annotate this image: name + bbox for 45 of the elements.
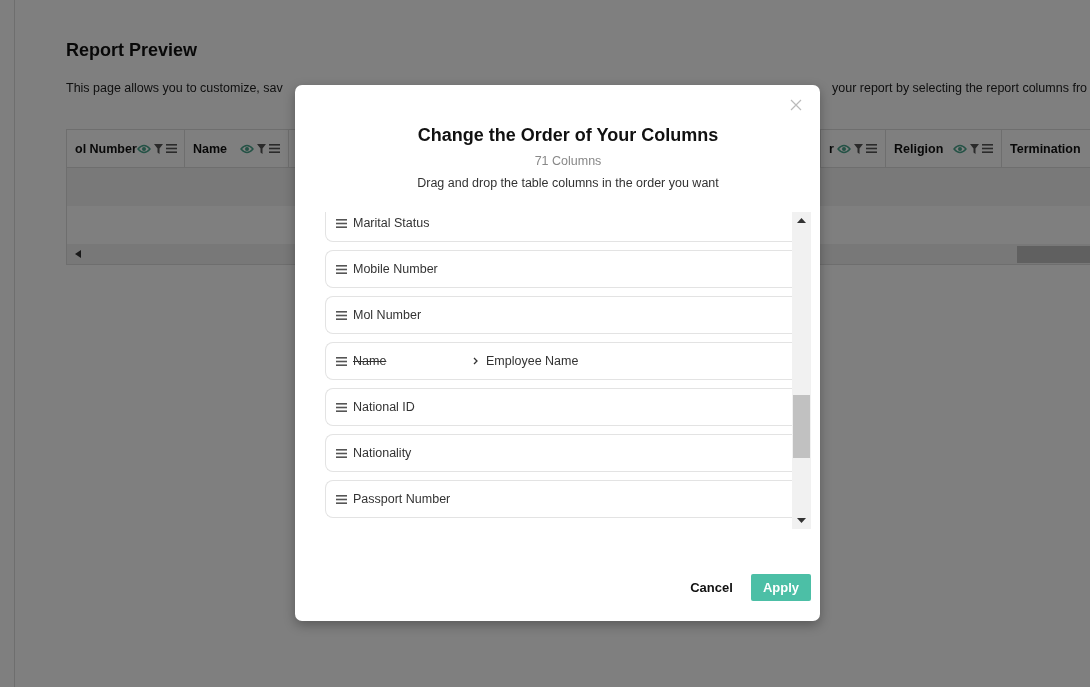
column-item[interactable]: Name Employee Name	[325, 342, 792, 380]
column-count: 71 Columns	[534, 154, 602, 168]
menu-icon[interactable]	[866, 144, 877, 153]
column-item[interactable]: Mol Number	[325, 296, 792, 334]
scroll-down-icon[interactable]	[797, 518, 806, 523]
column-item[interactable]: Marital Status	[325, 212, 792, 242]
column-header[interactable]: Name	[185, 130, 289, 167]
filter-icon[interactable]	[153, 143, 163, 154]
column-item[interactable]: Passport Number	[325, 480, 792, 518]
cancel-button[interactable]: Cancel	[690, 574, 733, 601]
vertical-scrollbar[interactable]	[792, 212, 811, 529]
filter-icon[interactable]	[854, 143, 863, 154]
page-description: This page allows you to customize, sav	[66, 81, 283, 95]
filter-icon[interactable]	[257, 143, 266, 154]
column-header[interactable]: ol Number	[67, 130, 185, 167]
menu-icon[interactable]	[165, 144, 177, 153]
scrollbar-thumb[interactable]	[793, 395, 810, 458]
chevron-right-icon	[473, 357, 478, 365]
scroll-up-icon[interactable]	[797, 218, 806, 223]
drag-handle-icon[interactable]	[336, 494, 347, 504]
column-item[interactable]: Mobile Number	[325, 250, 792, 288]
drag-handle-icon[interactable]	[336, 218, 347, 228]
drag-handle-icon[interactable]	[336, 448, 347, 458]
drag-handle-icon[interactable]	[336, 356, 347, 366]
dialog-title: Change the Order of Your Columns	[417, 125, 719, 146]
eye-icon[interactable]	[837, 143, 851, 154]
column-header[interactable]: r	[821, 130, 886, 167]
filter-icon[interactable]	[970, 143, 979, 154]
eye-icon[interactable]	[240, 143, 254, 154]
column-item[interactable]: Nationality	[325, 434, 792, 472]
page-description: your report by selecting the report columns fro	[832, 81, 1087, 95]
column-header[interactable]: Termination	[1002, 130, 1090, 167]
scrollbar-thumb[interactable]	[1017, 245, 1090, 263]
dialog-subtitle: Drag and drop the table columns in the order you want	[417, 176, 719, 190]
eye-icon[interactable]	[953, 143, 967, 154]
scroll-left-icon[interactable]	[75, 250, 81, 258]
menu-icon[interactable]	[269, 144, 280, 153]
eye-icon[interactable]	[136, 143, 151, 154]
column-item[interactable]: National ID	[325, 388, 792, 426]
drag-handle-icon[interactable]	[336, 264, 347, 274]
drag-handle-icon[interactable]	[336, 310, 347, 320]
drag-handle-icon[interactable]	[336, 402, 347, 412]
page-title: Report Preview	[66, 40, 199, 61]
menu-icon[interactable]	[982, 144, 993, 153]
column-header[interactable]: Religion	[886, 130, 1002, 167]
